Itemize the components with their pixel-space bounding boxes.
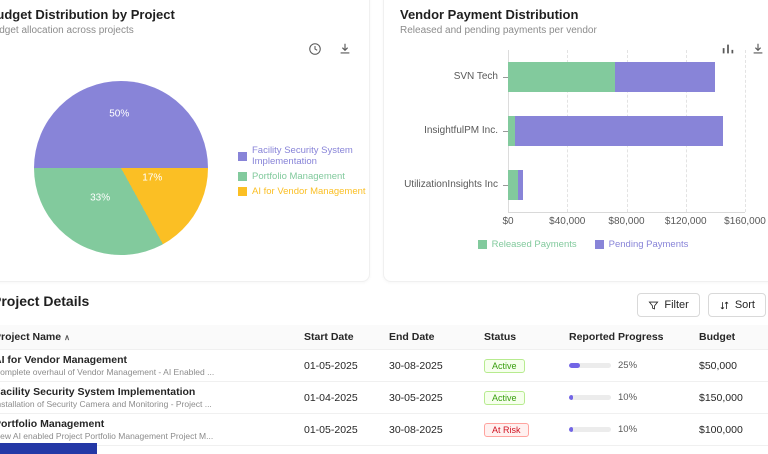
x-axis-tick: $160,000 <box>724 216 766 227</box>
legend-item[interactable]: AI for Vendor Management <box>238 186 369 197</box>
sort-button[interactable]: Sort <box>707 293 766 317</box>
legend-label: Released Payments <box>491 239 577 250</box>
vendor-bar-chart: SVN Tech InsightfulPM Inc. UtilizationIn… <box>400 50 766 213</box>
start-date: 01-05-2025 <box>304 349 389 382</box>
pie-slice-label: 50% <box>109 108 130 120</box>
progress-track <box>569 395 611 400</box>
plot-area <box>508 50 746 213</box>
filter-button[interactable]: Filter <box>637 293 700 317</box>
x-axis-tick: $80,000 <box>608 216 645 227</box>
legend-item[interactable]: Released Payments <box>477 239 577 250</box>
legend-label: AI for Vendor Management <box>252 186 366 197</box>
budget-card-title: Budget Distribution by Project <box>0 7 175 22</box>
pie-slice-label: 17% <box>142 172 163 184</box>
legend-item[interactable]: Facility Security System Implementation <box>238 145 369 167</box>
y-axis-labels: SVN Tech InsightfulPM Inc. UtilizationIn… <box>400 50 508 213</box>
legend-swatch <box>238 187 247 196</box>
dashboard: Budget Distribution by Project Budget al… <box>0 0 768 454</box>
bar-chart-legend: Released Payments Pending Payments <box>400 239 766 250</box>
projects-table: Project Name ∧ Start Date End Date Status… <box>0 325 768 446</box>
column-header-reported-progress[interactable]: Reported Progress <box>569 325 699 350</box>
start-date: 01-05-2025 <box>304 413 389 446</box>
project-name: Portfolio Management <box>0 418 105 430</box>
legend-item[interactable]: Pending Payments <box>594 239 689 250</box>
vendor-payment-card: Vendor Payment Distribution Released and… <box>383 0 768 282</box>
column-header-end-date[interactable]: End Date <box>389 325 484 350</box>
column-header-budget[interactable]: Budget <box>699 325 768 350</box>
project-description: Installation of Security Camera and Moni… <box>0 399 212 409</box>
progress: 10% <box>569 424 695 435</box>
budget: $100,000 <box>699 413 768 446</box>
progress-label: 10% <box>618 424 638 435</box>
gridline <box>745 50 746 212</box>
legend-swatch <box>238 172 247 181</box>
x-axis-tick: $120,000 <box>664 216 707 227</box>
progress-label: 25% <box>618 360 638 371</box>
budget: $50,000 <box>699 349 768 382</box>
budget-card-subtitle: Budget allocation across projects <box>0 25 134 36</box>
progress: 10% <box>569 392 695 403</box>
project-details-section: Project Details Filter Sort Project Name <box>0 293 768 446</box>
pie-slice-label: 33% <box>90 192 111 204</box>
end-date: 30-08-2025 <box>389 413 484 446</box>
pie-legend: Facility Security System Implementation … <box>238 145 369 201</box>
budget-distribution-card: Budget Distribution by Project Budget al… <box>0 0 370 282</box>
bottom-left-blue-bar <box>0 443 97 454</box>
y-axis-label: UtilizationInsights Inc <box>400 158 508 212</box>
progress-fill <box>569 427 574 432</box>
progress-fill <box>569 395 574 400</box>
download-icon[interactable] <box>335 39 355 59</box>
start-date: 01-04-2025 <box>304 381 389 414</box>
x-axis-labels: $0 $40,000 $80,000 $120,000 $160,000 <box>502 213 765 227</box>
sort-ascending-icon: ∧ <box>64 333 70 342</box>
vendor-card-subtitle: Released and pending payments per vendor <box>400 25 597 36</box>
progress-fill <box>569 363 580 368</box>
funnel-icon <box>648 301 659 310</box>
column-header-status[interactable]: Status <box>484 325 569 350</box>
vendor-card-title: Vendor Payment Distribution <box>400 7 579 22</box>
status-badge: Active <box>484 358 525 373</box>
legend-swatch <box>594 240 604 249</box>
progress: 25% <box>569 360 695 371</box>
project-details-header: Project Details Filter Sort <box>0 293 768 319</box>
status-badge: At Risk <box>484 422 529 437</box>
y-axis-label: InsightfulPM Inc. <box>400 104 508 158</box>
project-name: AI for Vendor Management <box>0 354 128 366</box>
progress-track <box>569 363 611 368</box>
progress-track <box>569 427 611 432</box>
stacked-bar[interactable] <box>508 116 745 146</box>
column-header-project-name[interactable]: Project Name ∧ <box>0 325 304 350</box>
project-name: Facility Security System Implementation <box>0 386 196 398</box>
progress-label: 10% <box>618 392 638 403</box>
legend-label: Pending Payments <box>608 239 689 250</box>
budget: $150,000 <box>699 381 768 414</box>
legend-label: Facility Security System Implementation <box>252 145 353 167</box>
project-description: New AI enabled Project Portfolio Managem… <box>0 431 214 441</box>
pie-chart[interactable]: 50% 17% 33% <box>34 81 208 255</box>
table-row[interactable]: AI for Vendor Management Complete overha… <box>0 349 768 382</box>
download-icon[interactable] <box>748 39 768 59</box>
budget-card-actions <box>305 39 355 59</box>
column-header-start-date[interactable]: Start Date <box>304 325 389 350</box>
status-badge: Active <box>484 390 525 405</box>
stacked-bar[interactable] <box>508 62 745 92</box>
section-actions: Filter Sort <box>637 293 766 317</box>
project-description: Complete overhaul of Vendor Management -… <box>0 367 215 377</box>
y-axis-label: SVN Tech <box>400 50 508 104</box>
sort-icon <box>720 301 729 309</box>
legend-swatch <box>477 240 487 249</box>
x-axis-tick: $40,000 <box>549 216 586 227</box>
table-header-row: Project Name ∧ Start Date End Date Status… <box>0 325 768 350</box>
table-row[interactable]: Portfolio Management New AI enabled Proj… <box>0 413 768 446</box>
legend-label: Portfolio Management <box>252 171 345 182</box>
section-title: Project Details <box>0 293 90 309</box>
table-row[interactable]: Facility Security System Implementation … <box>0 381 768 414</box>
clock-icon[interactable] <box>305 39 325 59</box>
end-date: 30-05-2025 <box>389 381 484 414</box>
stacked-bar[interactable] <box>508 170 745 200</box>
x-axis-tick: $0 <box>502 216 514 227</box>
end-date: 30-08-2025 <box>389 349 484 382</box>
legend-item[interactable]: Portfolio Management <box>238 171 369 182</box>
legend-swatch <box>238 151 247 161</box>
